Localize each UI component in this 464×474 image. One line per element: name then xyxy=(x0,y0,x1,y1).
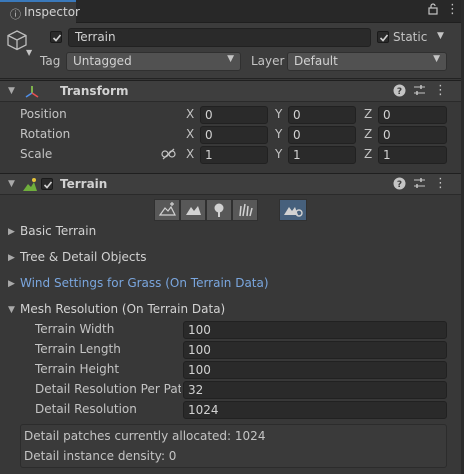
axis-z-label: Z xyxy=(364,147,373,161)
axis-y-label: Y xyxy=(275,147,283,161)
paint-details-tool-button[interactable] xyxy=(232,199,258,221)
rotation-y-field[interactable]: 0 xyxy=(288,126,356,144)
terrain-width-field[interactable]: 100 xyxy=(183,321,447,339)
scale-z-field[interactable]: 1 xyxy=(378,146,447,164)
gameobject-header: ▼ Terrain Static ▼ Tag Untagged ▼ Layer … xyxy=(0,23,464,79)
help-icon[interactable]: ? xyxy=(393,84,406,100)
terrain-enabled-checkbox[interactable] xyxy=(41,178,53,190)
tag-dropdown[interactable]: Untagged ▼ xyxy=(66,52,241,71)
rotation-label: Rotation xyxy=(20,127,71,141)
info-line: Detail patches currently allocated: 1024 xyxy=(24,429,266,443)
static-dropdown-arrow[interactable]: ▼ xyxy=(437,31,444,41)
transform-header[interactable]: ▼ Transform ? ⋮ xyxy=(0,80,464,102)
detail-resolution-field[interactable]: 1024 xyxy=(183,401,447,419)
axis-y-label: Y xyxy=(275,127,283,141)
position-z-field[interactable]: 0 xyxy=(378,106,447,124)
static-checkbox[interactable] xyxy=(377,31,389,43)
name-field[interactable]: Terrain xyxy=(68,28,371,47)
foldout-arrow-icon[interactable]: ▼ xyxy=(8,179,15,189)
kebab-icon[interactable]: ⋮ xyxy=(434,83,447,98)
chevron-down-icon[interactable]: ▼ xyxy=(26,48,32,57)
position-x-field[interactable]: 0 xyxy=(200,106,268,124)
help-icon[interactable]: ? xyxy=(393,177,406,193)
layer-value: Default xyxy=(294,54,338,68)
axis-y-label: Y xyxy=(275,107,283,121)
layer-dropdown[interactable]: Default ▼ xyxy=(287,52,447,71)
tab-label: Inspector xyxy=(24,5,80,19)
info-helpbox: Detail patches currently allocated: 1024… xyxy=(20,424,447,468)
position-y-field[interactable]: 0 xyxy=(288,106,356,124)
active-checkbox[interactable] xyxy=(50,31,62,43)
position-label: Position xyxy=(20,107,67,121)
transform-body: Position X 0 Y 0 Z 0 Rotation X 0 Y 0 Z … xyxy=(0,102,464,172)
axis-z-label: Z xyxy=(364,107,373,121)
info-icon: ⓘ xyxy=(10,8,21,21)
transform-axis-icon xyxy=(24,84,40,103)
axis-x-label: X xyxy=(186,107,195,121)
svg-text:?: ? xyxy=(397,87,402,97)
detail-resolution-per-patch-field[interactable]: 32 xyxy=(183,381,447,399)
mesh-resolution-foldout[interactable]: Mesh Resolution (On Terrain Data) xyxy=(20,302,225,316)
basic-terrain-foldout[interactable]: Basic Terrain xyxy=(20,224,96,238)
foldout-arrow-icon[interactable]: ▼ xyxy=(8,86,15,96)
terrain-title: Terrain xyxy=(60,177,108,191)
preset-icon[interactable] xyxy=(413,84,426,100)
terrain-length-label: Terrain Length xyxy=(35,342,121,356)
static-label: Static xyxy=(393,30,428,44)
paint-trees-tool-button[interactable] xyxy=(206,199,232,221)
tag-label: Tag xyxy=(40,54,61,68)
lock-icon[interactable] xyxy=(428,3,438,18)
axis-x-label: X xyxy=(186,127,195,141)
terrain-height-field[interactable]: 100 xyxy=(183,361,447,379)
foldout-arrow-icon[interactable]: ▶ xyxy=(8,279,15,289)
menu-icon[interactable]: ⋮ xyxy=(446,2,459,17)
tab-inspector[interactable]: ⓘ Inspector xyxy=(0,0,80,23)
foldout-arrow-icon[interactable]: ▶ xyxy=(8,253,15,263)
terrain-length-field[interactable]: 100 xyxy=(183,341,447,359)
kebab-icon[interactable]: ⋮ xyxy=(434,176,447,191)
svg-text:?: ? xyxy=(397,180,402,190)
terrain-icon xyxy=(22,177,38,196)
scale-label: Scale xyxy=(20,147,53,161)
foldout-arrow-icon[interactable]: ▼ xyxy=(8,305,15,315)
chevron-down-icon: ▼ xyxy=(227,54,234,64)
preset-icon[interactable] xyxy=(413,177,426,193)
axis-z-label: Z xyxy=(364,127,373,141)
scale-x-field[interactable]: 1 xyxy=(200,146,268,164)
layer-label: Layer xyxy=(251,54,285,68)
rotation-z-field[interactable]: 0 xyxy=(378,126,447,144)
scale-y-field[interactable]: 1 xyxy=(288,146,356,164)
axis-x-label: X xyxy=(186,147,195,161)
tree-detail-foldout[interactable]: Tree & Detail Objects xyxy=(20,250,147,264)
tag-value: Untagged xyxy=(73,54,132,68)
foldout-arrow-icon[interactable]: ▶ xyxy=(8,227,15,237)
terrain-header[interactable]: ▼ Terrain ? ⋮ xyxy=(0,173,464,195)
detail-resolution-label: Detail Resolution xyxy=(35,402,137,416)
info-line: Detail instance density: 0 xyxy=(24,449,177,463)
detail-resolution-per-patch-label: Detail Resolution Per Patc xyxy=(35,382,181,396)
terrain-body: ▶ Basic Terrain ▶ Tree & Detail Objects … xyxy=(0,195,464,474)
terrain-settings-tool-button[interactable] xyxy=(279,199,307,221)
link-scale-icon[interactable] xyxy=(161,148,176,163)
paint-terrain-tool-button[interactable] xyxy=(180,199,206,221)
tab-bar: ⓘ Inspector ⋮ xyxy=(0,0,464,23)
cube-icon xyxy=(6,29,28,54)
chevron-down-icon: ▼ xyxy=(433,54,440,64)
wind-settings-foldout[interactable]: Wind Settings for Grass (On Terrain Data… xyxy=(20,276,269,290)
terrain-height-label: Terrain Height xyxy=(35,362,120,376)
rotation-x-field[interactable]: 0 xyxy=(200,126,268,144)
create-neighbor-tool-button[interactable] xyxy=(154,199,180,221)
transform-title: Transform xyxy=(60,84,129,98)
terrain-width-label: Terrain Width xyxy=(35,322,115,336)
